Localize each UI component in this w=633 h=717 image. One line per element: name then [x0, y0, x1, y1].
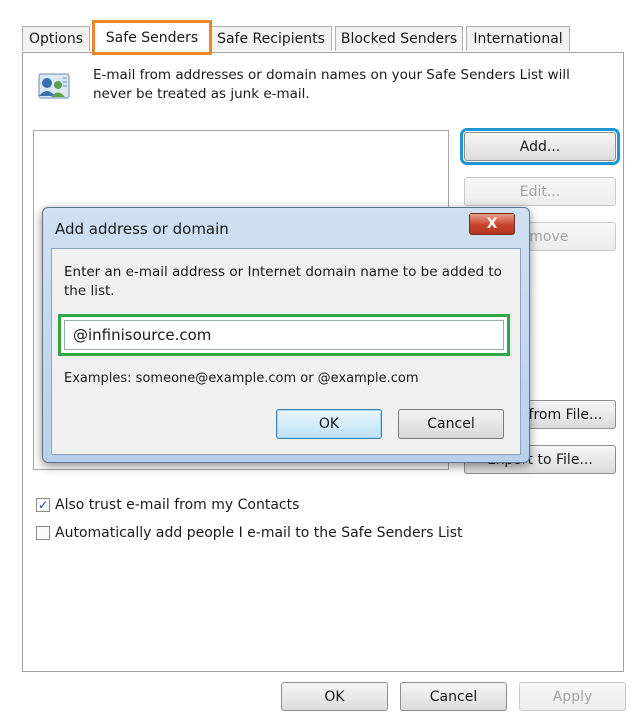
address-input-frame	[58, 314, 510, 356]
dialog-body: Enter an e-mail address or Internet doma…	[51, 248, 521, 455]
trust-contacts-checkbox-row[interactable]: ✓ Also trust e-mail from my Contacts	[36, 497, 299, 513]
add-button[interactable]: Add...	[460, 128, 620, 165]
auto-add-checkbox[interactable]	[36, 526, 50, 540]
info-text: E-mail from addresses or domain names on…	[93, 67, 570, 102]
ok-button[interactable]: OK	[281, 682, 388, 711]
tab-safe-recipients[interactable]: Safe Recipients	[210, 26, 332, 51]
tab-options[interactable]: Options	[22, 26, 90, 51]
dialog-examples: Examples: someone@example.com or @exampl…	[64, 371, 419, 386]
apply-button[interactable]: Apply	[519, 682, 626, 711]
dialog-cancel-button[interactable]: Cancel	[398, 409, 504, 439]
address-input[interactable]	[64, 320, 504, 350]
edit-button[interactable]: Edit...	[464, 177, 616, 206]
trust-contacts-checkbox[interactable]: ✓	[36, 498, 50, 512]
dialog-title: Add address or domain	[55, 220, 229, 238]
auto-add-checkbox-row[interactable]: Automatically add people I e-mail to the…	[36, 525, 463, 541]
dialog-ok-button[interactable]: OK	[276, 409, 382, 439]
contacts-icon	[33, 70, 77, 102]
add-address-dialog: Add address or domain X Enter an e-mail …	[42, 207, 530, 463]
cancel-button[interactable]: Cancel	[400, 682, 507, 711]
auto-add-label: Automatically add people I e-mail to the…	[55, 525, 463, 541]
dialog-prompt: Enter an e-mail address or Internet doma…	[64, 264, 502, 299]
tab-blocked-senders[interactable]: Blocked Senders	[335, 26, 463, 51]
tab-safe-senders[interactable]: Safe Senders	[92, 20, 212, 55]
close-icon[interactable]: X	[469, 213, 515, 235]
tab-international[interactable]: International	[466, 26, 570, 51]
trust-contacts-label: Also trust e-mail from my Contacts	[55, 497, 300, 513]
